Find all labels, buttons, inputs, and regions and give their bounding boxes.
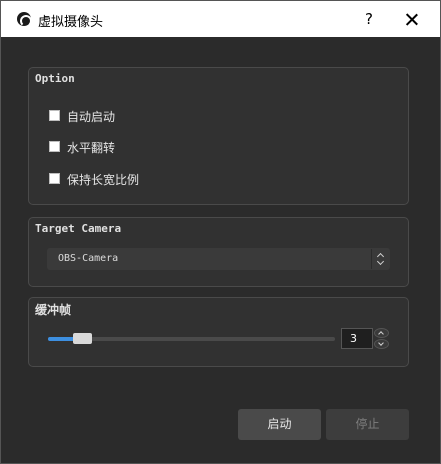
select-arrows-icon[interactable] (371, 249, 389, 269)
camera-select-value: OBS-Camera (58, 253, 119, 264)
checkbox-box[interactable] (49, 110, 60, 121)
checkbox-box[interactable] (49, 173, 60, 184)
checkbox-label: 水平翻转 (67, 141, 116, 155)
buffer-slider-handle[interactable] (72, 333, 92, 344)
target-camera-group: Target Camera OBS-Camera (28, 217, 409, 287)
start-button[interactable]: 启动 (238, 409, 321, 440)
virtual-camera-dialog: 虚拟摄像头 ? Option 自动启动 水平翻转 保持长宽比例 Target C… (0, 0, 441, 464)
buffer-spinbox-value[interactable]: 3 (341, 328, 373, 349)
spin-down-icon[interactable] (374, 339, 389, 349)
buffer-frames-group: 缓冲帧 3 (28, 297, 409, 367)
spin-up-icon[interactable] (374, 328, 389, 338)
option-group: Option 自动启动 水平翻转 保持长宽比例 (28, 67, 409, 205)
stop-button[interactable]: 停止 (326, 409, 409, 440)
window-title: 虚拟摄像头 (38, 15, 104, 30)
buffer-frames-title: 缓冲帧 (35, 303, 72, 317)
obs-logo-icon (17, 12, 32, 27)
camera-select[interactable]: OBS-Camera (47, 248, 390, 270)
title-bar: 虚拟摄像头 ? (1, 1, 440, 37)
checkbox-label: 自动启动 (67, 110, 116, 124)
target-camera-title: Target Camera (35, 222, 122, 235)
close-icon[interactable] (401, 9, 423, 31)
checkbox-box[interactable] (49, 141, 60, 152)
buffer-spinbox[interactable]: 3 (341, 328, 389, 349)
help-button[interactable]: ? (359, 9, 379, 29)
checkbox-label: 保持长宽比例 (67, 173, 140, 187)
option-group-title: Option (35, 72, 75, 85)
